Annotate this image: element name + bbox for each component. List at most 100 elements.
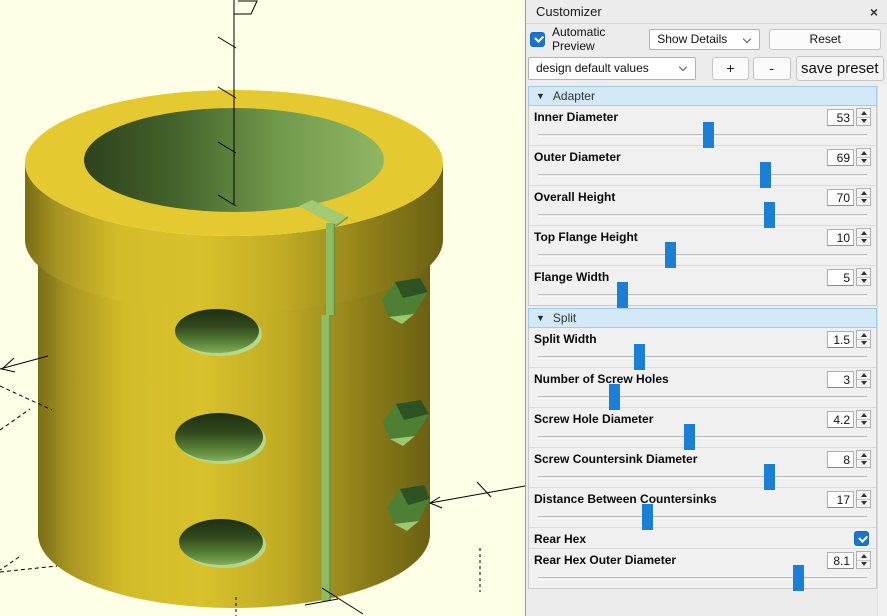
- rear-hex-outer-diameter-value-field[interactable]: 8.1: [827, 552, 854, 569]
- inner-diameter-slider: [538, 126, 867, 145]
- remove-preset-button[interactable]: -: [753, 57, 791, 80]
- inner-diameter-value-field[interactable]: 53: [827, 109, 854, 126]
- spin-down-button[interactable]: [857, 118, 870, 126]
- arrow-down-icon: [861, 461, 867, 465]
- spin-up-button[interactable]: [857, 451, 870, 460]
- param-label-line: Overall Height70: [529, 186, 876, 206]
- param-row-screw-hole-diameter: Screw Hole Diameter4.2: [529, 408, 876, 448]
- spin-up-button[interactable]: [857, 269, 870, 278]
- slider-track[interactable]: [538, 294, 867, 297]
- param-label-line: Distance Between Countersinks17: [529, 488, 876, 508]
- screw-countersink-diameter-slider: [538, 468, 867, 487]
- arrow-up-icon: [861, 271, 867, 275]
- slider-track[interactable]: [538, 254, 867, 257]
- add-preset-button[interactable]: +: [712, 57, 749, 80]
- screw-hole-diameter-value-field[interactable]: 4.2: [827, 411, 854, 428]
- arrow-down-icon: [861, 381, 867, 385]
- spin-buttons: [856, 188, 871, 206]
- slider-handle[interactable]: [703, 122, 714, 148]
- arrow-up-icon: [861, 111, 867, 115]
- section-params-adapter: Inner Diameter53Outer Diameter69Overall …: [528, 106, 877, 306]
- spin-up-button[interactable]: [857, 371, 870, 380]
- spin-up-button[interactable]: [857, 189, 870, 198]
- slider-track[interactable]: [538, 174, 867, 177]
- distance-between-countersinks-value-field[interactable]: 17: [827, 491, 854, 508]
- spin-up-button[interactable]: [857, 552, 870, 561]
- spin-up-button[interactable]: [857, 109, 870, 118]
- arrow-up-icon: [861, 231, 867, 235]
- spin-buttons: [856, 268, 871, 286]
- slider-track[interactable]: [538, 436, 867, 439]
- openscad-window: Customizer × Automatic Preview Show Deta…: [0, 0, 887, 616]
- slider-handle[interactable]: [617, 282, 628, 308]
- spin-down-button[interactable]: [857, 340, 870, 348]
- spin-up-button[interactable]: [857, 411, 870, 420]
- collapse-triangle-icon: ▼: [536, 92, 545, 101]
- param-label: Rear Hex Outer Diameter: [534, 553, 676, 567]
- section-label: Adapter: [553, 89, 595, 103]
- spin-buttons: [856, 108, 871, 126]
- show-details-value: Show Details: [657, 32, 727, 46]
- collapse-triangle-icon: ▼: [536, 314, 545, 323]
- slider-handle[interactable]: [634, 344, 645, 370]
- overall-height-value-field[interactable]: 70: [827, 189, 854, 206]
- arrow-up-icon: [861, 151, 867, 155]
- 3d-viewport[interactable]: [0, 0, 525, 616]
- split-width-value-field[interactable]: 1.5: [827, 331, 854, 348]
- spin-down-button[interactable]: [857, 238, 870, 246]
- slider-handle[interactable]: [665, 242, 676, 268]
- slider-handle[interactable]: [793, 565, 804, 591]
- rear-hex-checkbox[interactable]: [854, 531, 869, 546]
- outer-diameter-spinbox: 69: [827, 148, 871, 166]
- spin-down-button[interactable]: [857, 561, 870, 569]
- customizer-panel: Customizer × Automatic Preview Show Deta…: [525, 0, 887, 616]
- slider-track[interactable]: [538, 214, 867, 217]
- spin-down-button[interactable]: [857, 278, 870, 286]
- section-header-adapter[interactable]: ▼ Adapter: [528, 86, 877, 106]
- slider-track[interactable]: [538, 396, 867, 399]
- rear-hex-outer-diameter-slider: [538, 569, 867, 588]
- spin-down-button[interactable]: [857, 380, 870, 388]
- scrollbar-track[interactable]: [877, 85, 887, 616]
- spin-down-button[interactable]: [857, 158, 870, 166]
- flange-width-spinbox: 5: [827, 268, 871, 286]
- spin-buttons: [856, 228, 871, 246]
- slider-track[interactable]: [538, 516, 867, 519]
- slider-handle[interactable]: [684, 424, 695, 450]
- slider-track[interactable]: [538, 577, 867, 580]
- slider-handle[interactable]: [642, 504, 653, 530]
- flange-width-value-field[interactable]: 5: [827, 269, 854, 286]
- spin-down-button[interactable]: [857, 460, 870, 468]
- section-header-split[interactable]: ▼Split: [528, 308, 877, 328]
- outer-diameter-value-field[interactable]: 69: [827, 149, 854, 166]
- slider-track[interactable]: [538, 356, 867, 359]
- rear-hex-outer-diameter-spinbox: 8.1: [827, 551, 871, 569]
- screw-countersink-diameter-spinbox: 8: [827, 450, 871, 468]
- slider-handle[interactable]: [764, 464, 775, 490]
- slider-handle[interactable]: [609, 384, 620, 410]
- arrow-down-icon: [861, 501, 867, 505]
- slider-handle[interactable]: [760, 162, 771, 188]
- spin-up-button[interactable]: [857, 149, 870, 158]
- spin-up-button[interactable]: [857, 331, 870, 340]
- top-flange-height-spinbox: 10: [827, 228, 871, 246]
- slider-track[interactable]: [538, 476, 867, 479]
- arrow-down-icon: [861, 239, 867, 243]
- reset-button[interactable]: Reset: [769, 29, 881, 50]
- save-preset-button[interactable]: save preset: [796, 56, 884, 81]
- spin-down-button[interactable]: [857, 500, 870, 508]
- spin-down-button[interactable]: [857, 198, 870, 206]
- spin-up-button[interactable]: [857, 229, 870, 238]
- top-flange-height-value-field[interactable]: 10: [827, 229, 854, 246]
- spin-buttons: [856, 450, 871, 468]
- arrow-down-icon: [861, 199, 867, 203]
- slider-handle[interactable]: [764, 202, 775, 228]
- screw-countersink-diameter-value-field[interactable]: 8: [827, 451, 854, 468]
- show-details-dropdown[interactable]: Show Details: [649, 29, 760, 50]
- number-of-screw-holes-value-field[interactable]: 3: [827, 371, 854, 388]
- spin-up-button[interactable]: [857, 491, 870, 500]
- spin-down-button[interactable]: [857, 420, 870, 428]
- automatic-preview-checkbox[interactable]: [530, 32, 545, 47]
- preset-dropdown[interactable]: design default values: [528, 57, 696, 80]
- close-icon[interactable]: ×: [870, 5, 878, 19]
